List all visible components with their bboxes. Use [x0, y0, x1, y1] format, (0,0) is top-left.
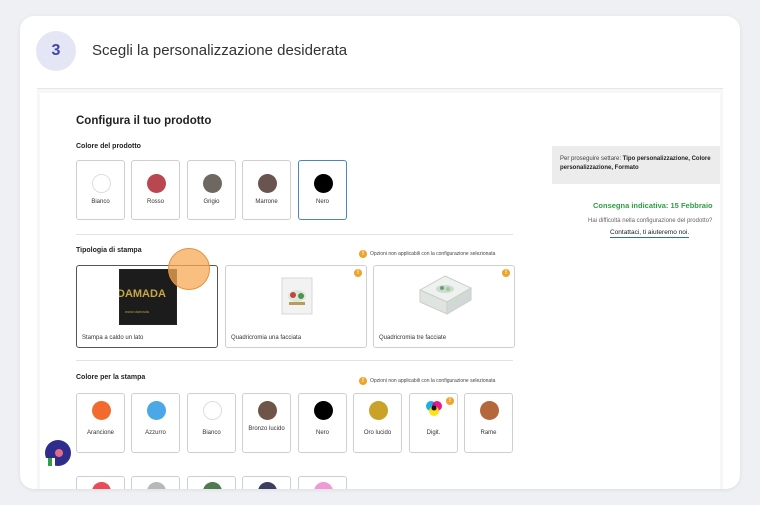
print-color-nero[interactable]: Nero: [298, 393, 347, 453]
print-color-partial-navy[interactable]: [242, 476, 291, 489]
print-color-partial-pink[interactable]: [298, 476, 347, 489]
step-title: Scegli la personalizzazione desiderata: [92, 42, 348, 59]
print-color-bianco[interactable]: Bianco: [187, 393, 236, 453]
warning-icon: !: [359, 377, 367, 385]
print-color-azzurro[interactable]: Azzurro: [131, 393, 180, 453]
swatch-label: Oro lucido: [363, 430, 392, 436]
swatch-label: Bronzo lucido: [248, 426, 285, 432]
swatch-label: Nero: [315, 199, 329, 205]
italian-flag-icon: [45, 458, 55, 466]
print-color-partial-grey[interactable]: [131, 476, 180, 489]
color-dot: [203, 174, 222, 193]
warning-text: Opzioni non applicabili con la configura…: [370, 251, 496, 257]
color-dot: [147, 482, 166, 489]
print-card-label: Quadricromia una facciata: [231, 335, 302, 341]
print-type-label: Tipologia di stampa: [76, 247, 142, 254]
color-dot: [92, 174, 111, 193]
click-highlight-indicator: [168, 248, 210, 290]
section-divider: [76, 360, 513, 361]
configure-title: Configura il tuo prodotto: [76, 115, 212, 127]
configurator-frame: Configura il tuo prodotto Colore del pro…: [37, 88, 723, 489]
color-dot: [147, 401, 166, 420]
contact-link[interactable]: Contattaci, ti aiuteremo noi.: [610, 229, 690, 238]
product-color-bianco[interactable]: Bianco: [76, 160, 125, 220]
color-dot: [92, 401, 111, 420]
swatch-label: Bianco: [202, 430, 221, 436]
section-divider: [76, 234, 513, 235]
swatch-label: Nero: [315, 430, 329, 436]
swatch-label: Arancione: [86, 430, 115, 436]
delivery-estimate: Consegna indicativa: 15 Febbraio: [593, 201, 713, 210]
print-color-warning-note: ! Opzioni non applicabili con la configu…: [359, 377, 495, 385]
swatch-label: Azzurro: [145, 430, 166, 436]
swatch-label: Bianco: [91, 199, 110, 205]
print-color-oro-lucido[interactable]: Oro lucido: [353, 393, 402, 453]
print-color-label: Colore per la stampa: [76, 374, 146, 381]
configurator-panel: Configura il tuo prodotto Colore del pro…: [40, 93, 720, 489]
print-color-digit[interactable]: ! Digit.: [409, 393, 458, 453]
product-color-marrone[interactable]: Marrone: [242, 160, 291, 220]
color-dot: [258, 401, 277, 420]
swatch-label: Grigio: [203, 199, 220, 205]
color-dot: [203, 401, 222, 420]
print-type-warning-note: ! Opzioni non applicabili con la configu…: [359, 250, 495, 258]
print-type-quadricromia-una[interactable]: ! Quadricromia una facciata: [225, 265, 367, 348]
swatch-label: Marrone: [255, 199, 278, 205]
color-dot: [314, 482, 333, 489]
warning-icon: !: [502, 269, 510, 277]
warning-icon: !: [354, 269, 362, 277]
help-question: Hai difficoltà nella configurazione del …: [588, 218, 713, 224]
step-number-badge: 3: [36, 31, 76, 71]
color-dot: [314, 174, 333, 193]
preview-brand-text: DAMADA: [119, 288, 166, 300]
print-type-quadricromia-tre[interactable]: ! Quadricromia tre facciate: [373, 265, 515, 348]
print-color-rame[interactable]: Rame: [464, 393, 513, 453]
box-preview-image: [418, 275, 473, 315]
warning-icon: !: [446, 397, 454, 405]
notice-prefix: Per proseguire settare:: [560, 156, 623, 162]
print-color-arancione[interactable]: Arancione: [76, 393, 125, 453]
color-dot: [203, 482, 222, 489]
color-dot: [258, 482, 277, 489]
warning-text: Opzioni non applicabili con la configura…: [370, 378, 496, 384]
product-color-nero[interactable]: Nero: [298, 160, 347, 220]
configurator-card: 3 Scegli la personalizzazione desiderata…: [20, 16, 740, 489]
cmyk-icon: [426, 401, 442, 416]
color-dot: [92, 482, 111, 489]
chat-icon: [55, 449, 63, 457]
color-dot: [480, 401, 499, 420]
box-preview-image: [281, 277, 313, 315]
color-dot: [147, 174, 166, 193]
print-card-label: Stampa a caldo un lato: [82, 335, 144, 341]
color-dot: [258, 174, 277, 193]
print-color-bronzo-lucido[interactable]: Bronzo lucido: [242, 393, 291, 453]
swatch-label: Rosso: [146, 199, 164, 205]
color-dot: [369, 401, 388, 420]
swatch-label: Rame: [480, 430, 497, 436]
hot-stamp-preview-image: DAMADA www.damada: [119, 269, 177, 325]
print-card-label: Quadricromia tre facciate: [379, 335, 447, 341]
print-color-partial-red[interactable]: [76, 476, 125, 489]
warning-icon: !: [359, 250, 367, 258]
svg-text:www.damada: www.damada: [125, 309, 150, 314]
product-color-label: Colore del prodotto: [76, 143, 141, 150]
required-settings-notice: Per proseguire settare: Tipo personalizz…: [552, 146, 720, 184]
color-dot: [314, 401, 333, 420]
product-color-rosso[interactable]: Rosso: [131, 160, 180, 220]
swatch-label: Digit.: [426, 430, 441, 436]
product-color-grigio[interactable]: Grigio: [187, 160, 236, 220]
print-color-partial-green[interactable]: [187, 476, 236, 489]
